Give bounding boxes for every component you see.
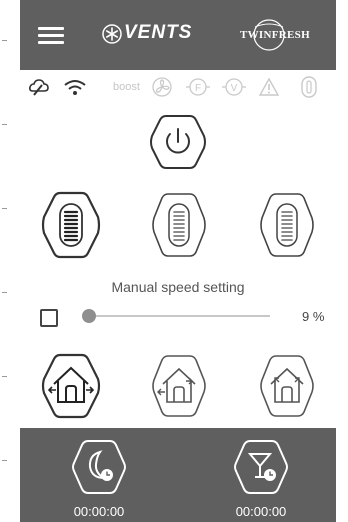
power-button[interactable] bbox=[148, 112, 208, 172]
night-timer-button[interactable] bbox=[70, 438, 128, 496]
svg-text:V: V bbox=[231, 83, 238, 94]
edge-tick bbox=[2, 292, 7, 293]
manual-speed-slider-thumb[interactable] bbox=[82, 309, 96, 323]
app-header: VENTS TWINFRESH bbox=[20, 0, 336, 70]
speed-low-button[interactable] bbox=[258, 190, 316, 260]
fan-icon bbox=[152, 77, 172, 97]
ventilation-mode-button[interactable] bbox=[40, 352, 102, 420]
brand-logo-text: VENTS bbox=[124, 22, 193, 43]
party-timer-button[interactable] bbox=[232, 438, 290, 496]
edge-tick bbox=[2, 40, 7, 41]
manual-speed-slider-track[interactable] bbox=[90, 315, 270, 317]
manual-speed-checkbox[interactable] bbox=[40, 309, 58, 327]
speed-high-button[interactable] bbox=[40, 190, 102, 260]
moon-clock-icon bbox=[88, 450, 113, 481]
party-timer-value: 00:00:00 bbox=[235, 504, 287, 519]
svg-text:F: F bbox=[195, 83, 201, 94]
status-bar: boost F V bbox=[20, 76, 336, 100]
edge-tick bbox=[2, 376, 7, 377]
filter-warning-icon: V bbox=[222, 78, 246, 96]
cocktail-clock-icon bbox=[247, 453, 276, 481]
boost-indicator: boost bbox=[113, 81, 140, 93]
edge-tick bbox=[2, 208, 7, 209]
wifi-icon[interactable] bbox=[62, 76, 88, 98]
manual-speed-value: 9 % bbox=[302, 309, 325, 324]
alarm-icon bbox=[258, 77, 280, 96]
edge-tick bbox=[2, 124, 7, 125]
heat-recovery-mode-button[interactable] bbox=[150, 352, 208, 420]
manual-speed-caption: Manual speed setting bbox=[111, 279, 245, 295]
cloud-connection-icon[interactable] bbox=[28, 76, 50, 98]
app-screen: VENTS TWINFRESH boost F V Manual speed s… bbox=[20, 0, 336, 522]
edge-tick bbox=[2, 460, 7, 461]
filter-timer-icon: F bbox=[186, 78, 210, 96]
partner-logo-text: TWINFRESH bbox=[240, 29, 310, 41]
device-status-icon bbox=[301, 76, 317, 98]
speed-medium-button[interactable] bbox=[150, 190, 208, 260]
night-timer-value: 00:00:00 bbox=[73, 504, 125, 519]
timer-footer: 00:00:00 00:00:00 bbox=[20, 428, 336, 522]
hamburger-menu-icon[interactable] bbox=[38, 27, 64, 45]
snowflake-logo-icon bbox=[102, 24, 122, 44]
supply-mode-button[interactable] bbox=[258, 352, 316, 420]
